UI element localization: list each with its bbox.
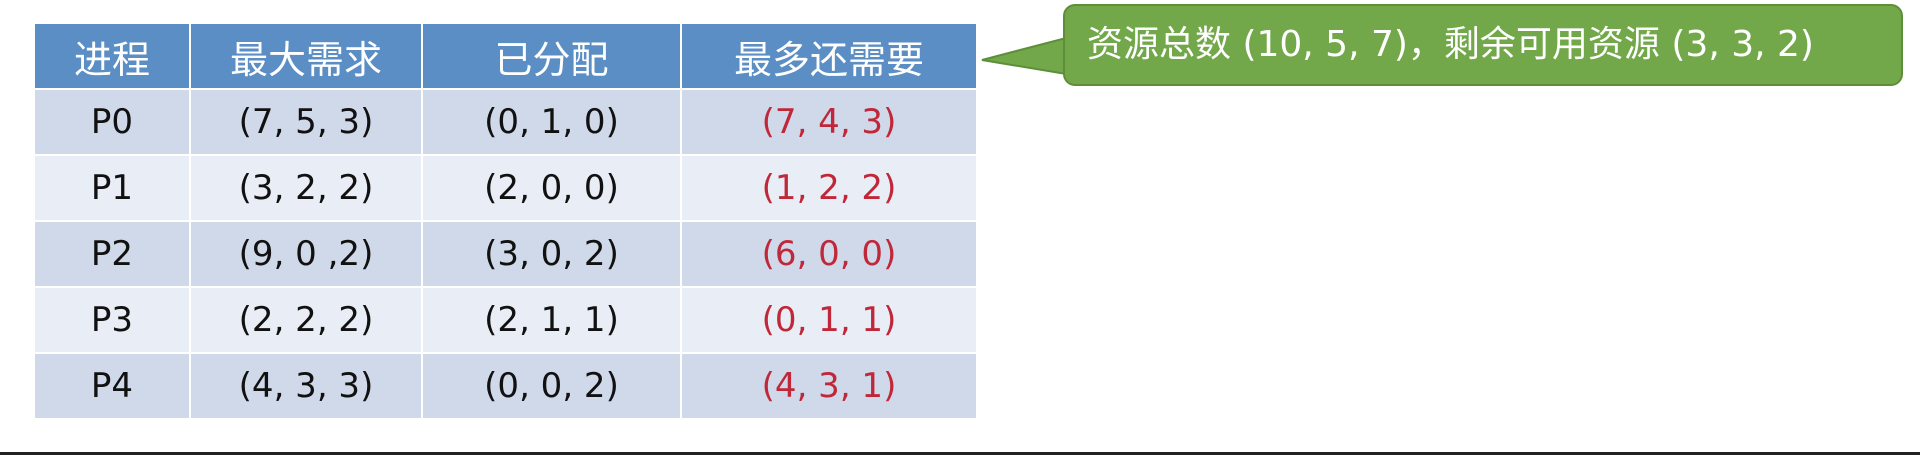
table-row: P2 (9, 0 ,2) (3, 0, 2) (6, 0, 0) xyxy=(33,220,978,288)
header-need: 最多还需要 xyxy=(680,22,978,90)
need-cell: (4, 3, 1) xyxy=(680,352,978,420)
process-cell: P0 xyxy=(33,88,191,156)
allocated-cell: (0, 0, 2) xyxy=(421,352,682,420)
max-demand-cell: (3, 2, 2) xyxy=(189,154,423,222)
allocated-cell: (2, 1, 1) xyxy=(421,286,682,354)
table-row: P0 (7, 5, 3) (0, 1, 0) (7, 4, 3) xyxy=(33,88,978,156)
process-cell: P4 xyxy=(33,352,191,420)
table-row: P4 (4, 3, 3) (0, 0, 2) (4, 3, 1) xyxy=(33,352,978,420)
process-cell: P1 xyxy=(33,154,191,222)
need-cell: (6, 0, 0) xyxy=(680,220,978,288)
max-demand-cell: (4, 3, 3) xyxy=(189,352,423,420)
need-cell: (1, 2, 2) xyxy=(680,154,978,222)
max-demand-cell: (9, 0 ,2) xyxy=(189,220,423,288)
header-process: 进程 xyxy=(33,22,191,90)
table-header-row: 进程 最大需求 已分配 最多还需要 xyxy=(33,22,978,90)
callout-text: 资源总数 (10, 5, 7)，剩余可用资源 (3, 3, 2) xyxy=(1087,24,1814,65)
max-demand-cell: (2, 2, 2) xyxy=(189,286,423,354)
table-row: P1 (3, 2, 2) (2, 0, 0) (1, 2, 2) xyxy=(33,154,978,222)
resource-table: 进程 最大需求 已分配 最多还需要 P0 (7, 5, 3) (0, 1, 0)… xyxy=(33,22,978,420)
process-cell: P2 xyxy=(33,220,191,288)
max-demand-cell: (7, 5, 3) xyxy=(189,88,423,156)
process-cell: P3 xyxy=(33,286,191,354)
table-row: P3 (2, 2, 2) (2, 1, 1) (0, 1, 1) xyxy=(33,286,978,354)
allocated-cell: (0, 1, 0) xyxy=(421,88,682,156)
allocated-cell: (3, 0, 2) xyxy=(421,220,682,288)
need-cell: (7, 4, 3) xyxy=(680,88,978,156)
header-max-demand: 最大需求 xyxy=(189,22,423,90)
allocated-cell: (2, 0, 0) xyxy=(421,154,682,222)
slide: 进程 最大需求 已分配 最多还需要 P0 (7, 5, 3) (0, 1, 0)… xyxy=(0,0,1920,458)
divider xyxy=(0,452,1920,455)
resource-summary-callout: 资源总数 (10, 5, 7)，剩余可用资源 (3, 3, 2) xyxy=(1063,4,1903,86)
header-allocated: 已分配 xyxy=(421,22,682,90)
need-cell: (0, 1, 1) xyxy=(680,286,978,354)
